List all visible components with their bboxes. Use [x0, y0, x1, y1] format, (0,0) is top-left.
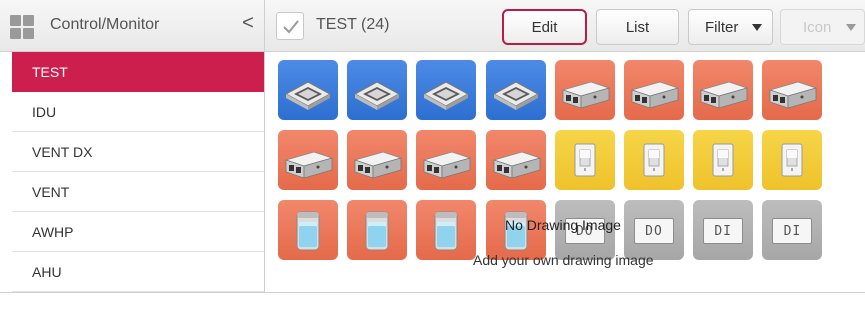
list-button[interactable]: List — [596, 9, 679, 45]
sidebar-item-ahu[interactable]: AHU — [12, 252, 264, 292]
chevron-down-icon — [752, 24, 762, 31]
device-tile[interactable] — [554, 130, 615, 190]
point-type-label: DO — [634, 218, 674, 244]
sidebar-item-label: AHU — [32, 263, 62, 280]
device-tile[interactable] — [485, 60, 546, 120]
no-drawing-text: No Drawing Image — [505, 217, 621, 233]
device-tile[interactable] — [624, 130, 684, 190]
device-tile[interactable] — [416, 60, 477, 120]
filter-dropdown[interactable]: Filter — [688, 9, 773, 45]
device-tile[interactable] — [278, 60, 338, 120]
group-title: TEST (24) — [316, 16, 390, 33]
device-tile[interactable] — [485, 130, 546, 190]
sidebar-item-idu[interactable]: IDU — [12, 92, 264, 132]
device-tile[interactable]: DO — [624, 200, 684, 260]
add-drawing-hint: Add your own drawing image — [473, 252, 654, 268]
sidebar-item-test[interactable]: TEST — [12, 52, 264, 92]
header-bar: Control/Monitor < TEST (24) Edit List Fi… — [0, 0, 865, 52]
point-type-label: DI — [703, 218, 744, 244]
device-tile[interactable] — [762, 60, 823, 120]
device-tile[interactable] — [278, 200, 338, 260]
device-tile[interactable] — [762, 130, 823, 190]
edit-button[interactable]: Edit — [502, 9, 587, 45]
device-tile[interactable] — [554, 60, 615, 120]
collapse-panel-button[interactable]: < — [237, 12, 259, 35]
chevron-down-icon — [846, 24, 856, 31]
filter-label: Filter — [705, 18, 739, 36]
grid-view-icon[interactable] — [10, 15, 34, 39]
device-tile[interactable] — [347, 200, 408, 260]
sidebar-item-vent-dx[interactable]: VENT DX — [12, 132, 264, 172]
sidebar-item-vent[interactable]: VENT — [12, 172, 264, 212]
panel-header: Control/Monitor < — [0, 0, 265, 52]
group-sidebar: TEST IDU VENT DX VENT AWHP AHU — [0, 52, 265, 292]
device-tile[interactable] — [416, 130, 477, 190]
checkmark-icon — [283, 20, 299, 34]
device-tile[interactable] — [416, 200, 477, 260]
point-type-label: DI — [772, 218, 813, 244]
icon-dropdown[interactable]: Icon — [780, 9, 865, 45]
icon-label: Icon — [803, 18, 832, 36]
sidebar-item-label: VENT DX — [32, 143, 93, 160]
page-title: Control/Monitor — [50, 16, 160, 33]
device-tile[interactable]: DI — [762, 200, 823, 260]
device-tile[interactable] — [347, 60, 408, 120]
sidebar-item-label: TEST — [32, 63, 68, 80]
sidebar-item-awhp[interactable]: AWHP — [12, 212, 264, 252]
device-tile[interactable] — [624, 60, 684, 120]
device-tile[interactable] — [693, 60, 754, 120]
sidebar-item-label: IDU — [32, 103, 57, 120]
sidebar-item-label: AWHP — [32, 223, 74, 240]
sidebar-item-label: VENT — [32, 183, 70, 200]
device-tile[interactable]: DI — [693, 200, 754, 260]
device-tile[interactable] — [347, 130, 408, 190]
select-all-checkbox[interactable] — [276, 12, 304, 40]
device-tile[interactable] — [693, 130, 754, 190]
divider — [0, 292, 865, 293]
device-tile[interactable] — [278, 130, 338, 190]
